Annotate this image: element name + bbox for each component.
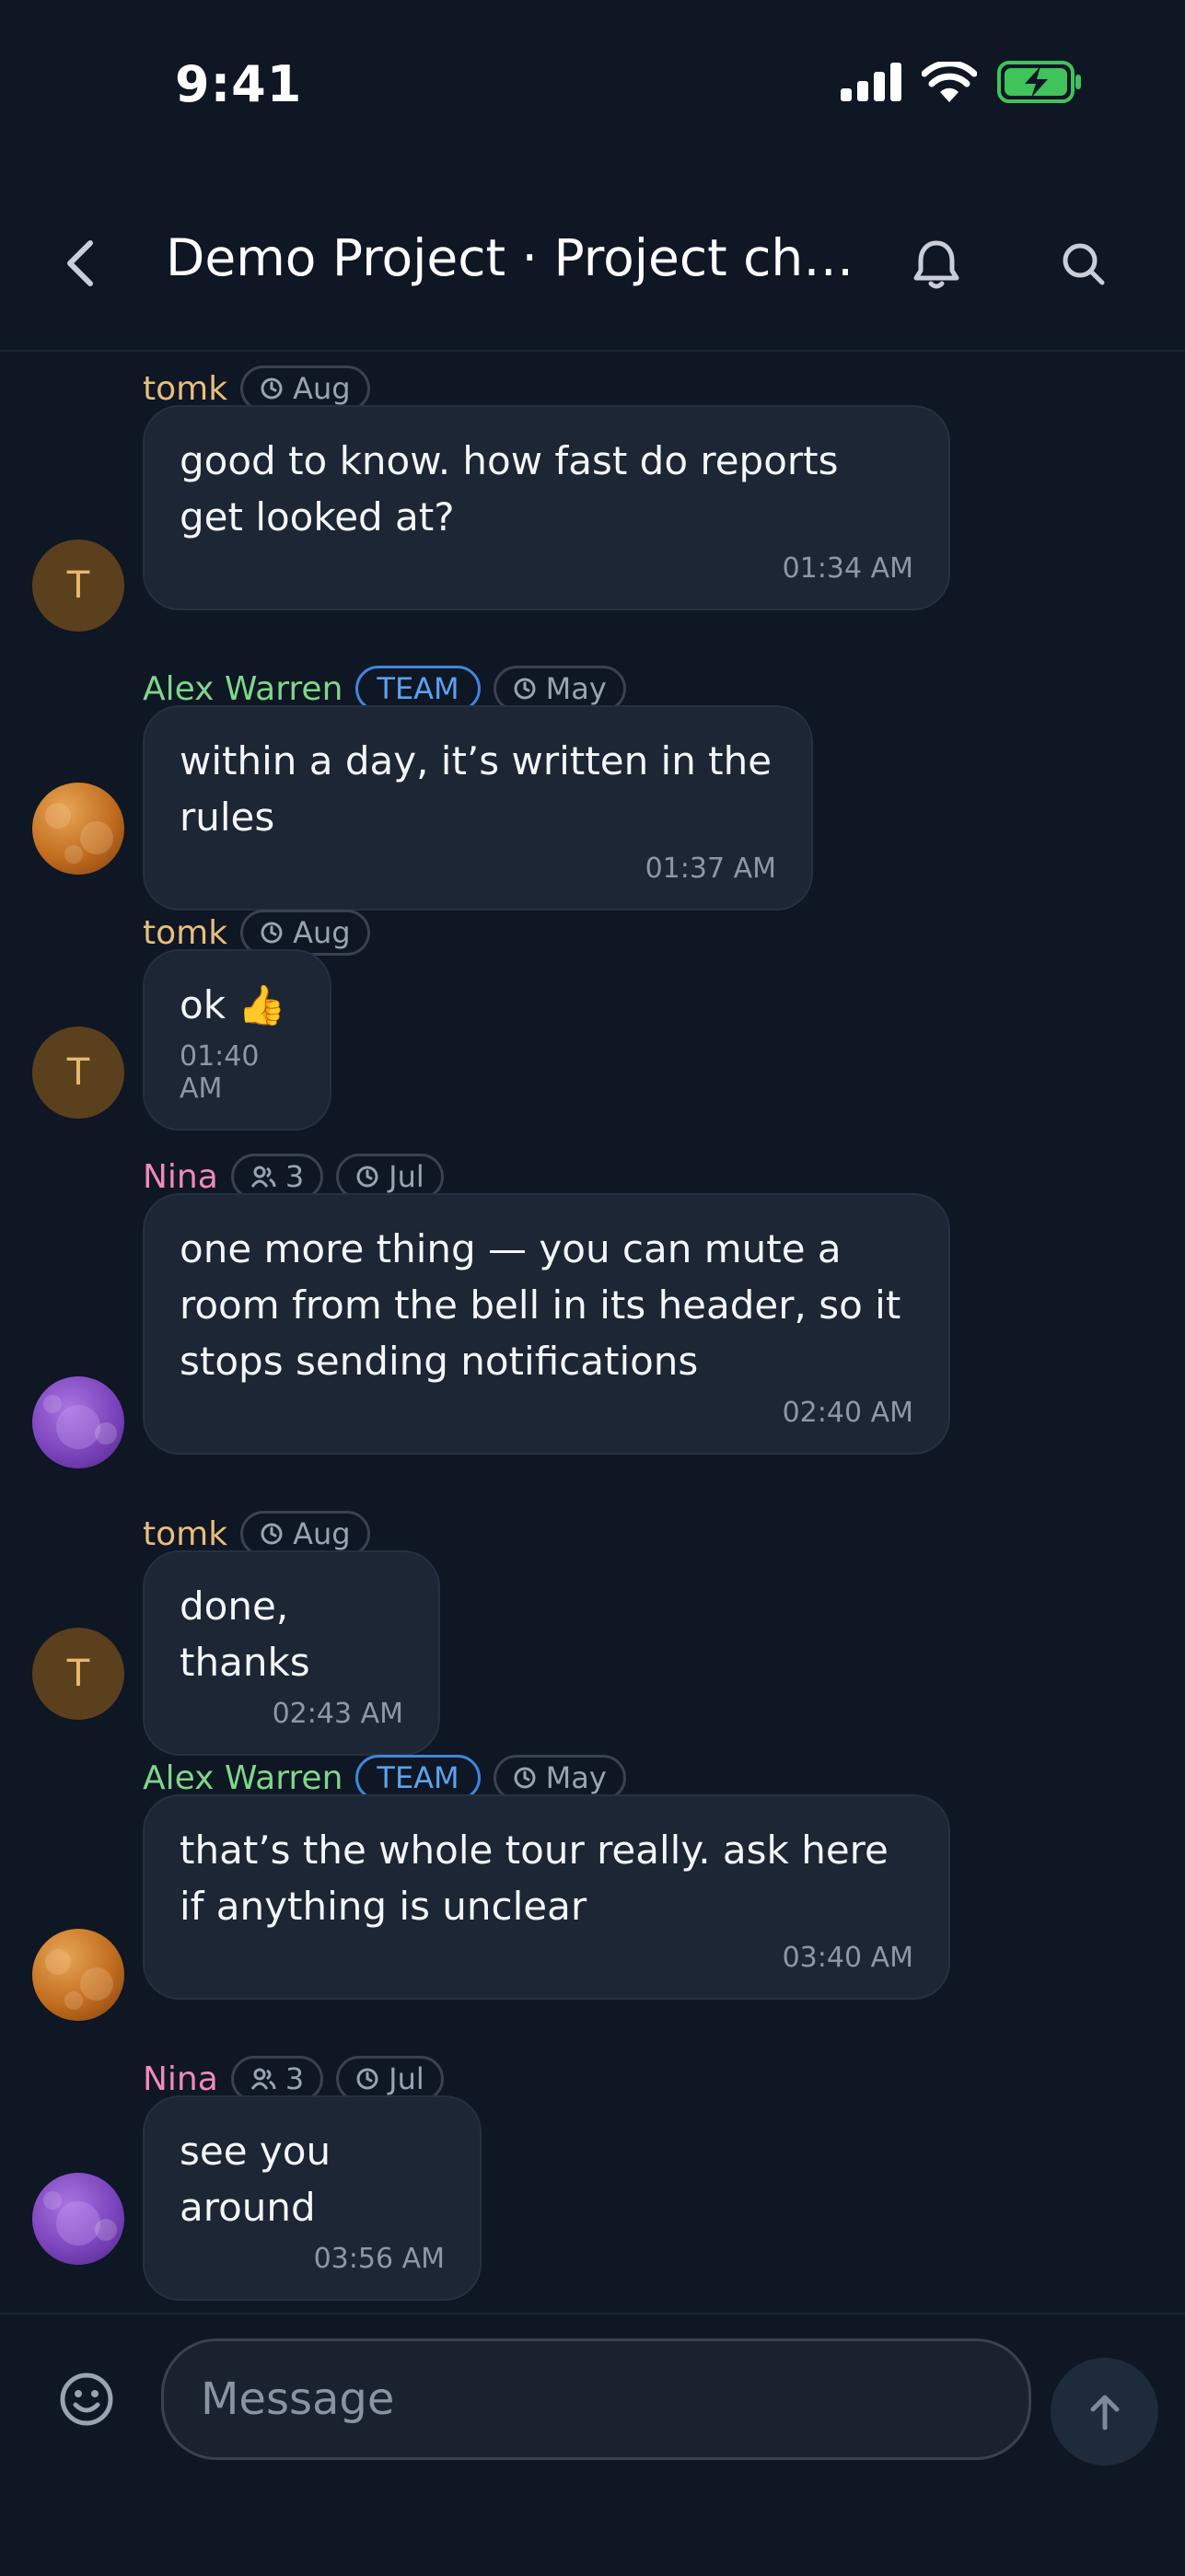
message-text: within a day, it’s written in the rules: [180, 738, 773, 840]
message-time: 03:40 AM: [782, 1942, 913, 1974]
people-icon: [250, 1166, 276, 1188]
avatar[interactable]: T: [32, 540, 124, 632]
message-time: 02:43 AM: [272, 1698, 403, 1730]
member-count: 3: [285, 1159, 305, 1194]
time-chip-label: Jul: [389, 2061, 424, 2096]
clock-icon: [356, 2068, 378, 2090]
clock-icon: [261, 377, 283, 400]
message-text: done, thanks: [180, 1584, 310, 1685]
avatar[interactable]: T: [32, 1027, 124, 1119]
message-bubble[interactable]: good to know. how fast do reports get lo…: [143, 405, 950, 610]
message-text: ok 👍: [180, 982, 286, 1027]
message-time: 01:40 AM: [180, 1040, 260, 1105]
message-text: one more thing — you can mute a room fro…: [180, 1226, 901, 1384]
clock-icon: [356, 1166, 378, 1188]
status-icons: [841, 61, 1082, 103]
chat-header: Demo Project · Project cha...: [0, 184, 1185, 352]
back-button[interactable]: [53, 226, 109, 300]
author-name[interactable]: tomk: [143, 370, 227, 408]
bell-icon[interactable]: [904, 232, 969, 296]
author-name[interactable]: Nina: [143, 1158, 218, 1196]
clock-icon: [514, 1767, 536, 1789]
avatar-letter: T: [66, 1653, 90, 1695]
arrow-up-icon: [1090, 2395, 1119, 2430]
status-time: 9:41: [175, 55, 303, 113]
author-name[interactable]: tomk: [143, 914, 227, 952]
avatar[interactable]: [32, 783, 124, 875]
room-title: Demo Project · Project cha...: [166, 228, 856, 287]
emoji-icon[interactable]: [57, 2370, 116, 2429]
clock-icon: [261, 922, 283, 944]
send-button[interactable]: [1051, 2358, 1158, 2466]
wifi-icon: [922, 62, 977, 102]
message-text: see you around: [180, 2129, 331, 2230]
author-name[interactable]: Alex Warren: [143, 1759, 343, 1797]
avatar-pattern: [43, 2191, 117, 2245]
member-count: 3: [285, 2061, 305, 2096]
time-chip-label: May: [545, 1760, 607, 1795]
composer-bar: Message: [0, 2313, 1185, 2576]
message-bubble[interactable]: see you around 03:56 AM: [143, 2095, 482, 2301]
avatar[interactable]: [32, 2173, 124, 2265]
message-bubble[interactable]: one more thing — you can mute a room fro…: [143, 1193, 950, 1455]
message-input[interactable]: Message: [161, 2338, 1031, 2460]
people-icon: [250, 2068, 276, 2090]
time-chip-label: Jul: [389, 1159, 424, 1194]
avatar[interactable]: [32, 1929, 124, 2021]
time-chip-label: Aug: [293, 371, 351, 406]
message-time: 03:56 AM: [313, 2243, 445, 2275]
search-icon[interactable]: [1051, 232, 1116, 296]
clock-icon: [514, 678, 536, 700]
avatar-pattern: [45, 1949, 113, 2010]
time-chip-label: Aug: [293, 1516, 351, 1551]
clock-icon: [261, 1523, 283, 1545]
author-name[interactable]: Nina: [143, 2060, 218, 2098]
avatar-letter: T: [66, 1051, 90, 1094]
status-bar: 9:41: [0, 0, 1185, 175]
message-bubble[interactable]: done, thanks 02:43 AM: [143, 1550, 440, 1756]
avatar[interactable]: T: [32, 1628, 124, 1720]
message-text: good to know. how fast do reports get lo…: [180, 438, 839, 540]
avatar-pattern: [45, 803, 113, 864]
avatar-letter: T: [66, 564, 90, 607]
message-bubble[interactable]: within a day, it’s written in the rules …: [143, 705, 813, 911]
avatar[interactable]: [32, 1376, 124, 1468]
message-bubble[interactable]: ok 👍 01:40 AM: [143, 949, 331, 1131]
message-time: 02:40 AM: [782, 1397, 913, 1429]
author-name[interactable]: tomk: [143, 1515, 227, 1553]
avatar-pattern: [43, 1395, 117, 1449]
message-bubble[interactable]: that’s the whole tour really. ask here i…: [143, 1794, 950, 2000]
message-list[interactable]: tomk Aug T good to know. how fast do rep…: [0, 350, 1185, 2311]
time-chip-label: May: [545, 671, 607, 706]
message-time: 01:37 AM: [645, 853, 776, 885]
message-time: 01:34 AM: [782, 552, 913, 585]
battery-charging-icon: [997, 61, 1081, 103]
message-input-placeholder: Message: [201, 2373, 395, 2425]
author-name[interactable]: Alex Warren: [143, 670, 343, 708]
message-text: that’s the whole tour really. ask here i…: [180, 1828, 889, 1929]
time-chip-label: Aug: [293, 915, 351, 950]
signal-icon: [841, 63, 901, 101]
